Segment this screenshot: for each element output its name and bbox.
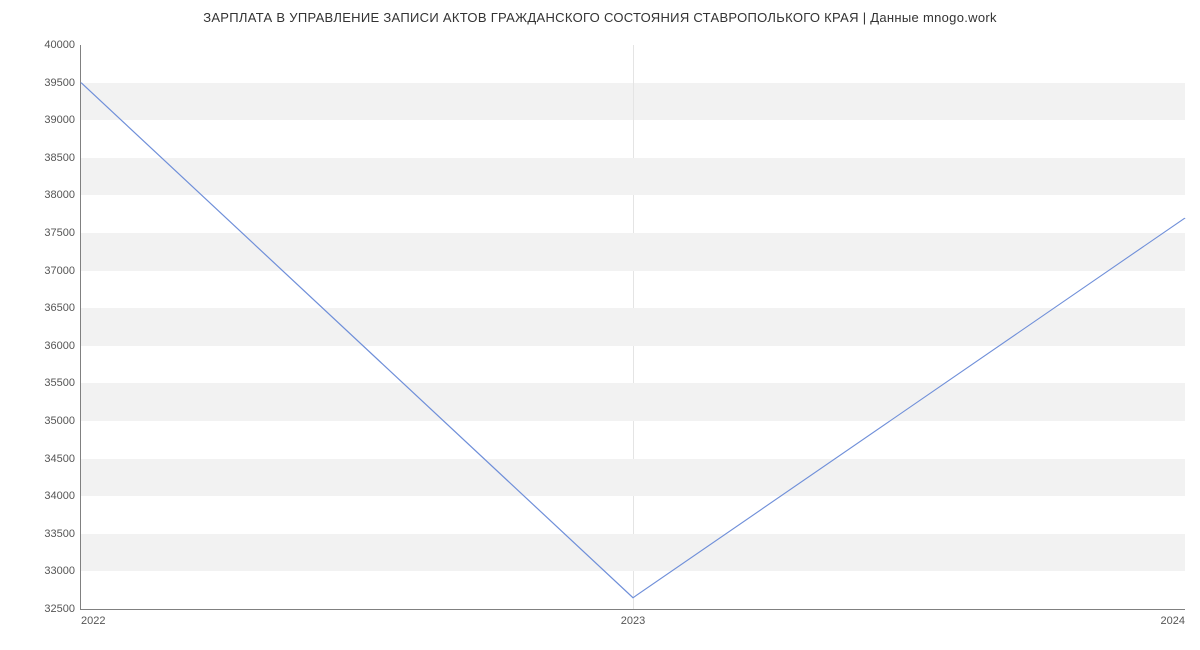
y-tick-label: 36000 — [44, 340, 75, 352]
x-tick-label: 2024 — [1161, 615, 1185, 627]
y-tick-label: 39500 — [44, 77, 75, 89]
y-tick-label: 35000 — [44, 415, 75, 427]
y-tick-label: 39000 — [44, 114, 75, 126]
x-tick-label: 2023 — [621, 615, 645, 627]
y-tick-label: 34000 — [44, 490, 75, 502]
y-tick-label: 33000 — [44, 565, 75, 577]
y-tick-label: 35500 — [44, 377, 75, 389]
y-tick-label: 34500 — [44, 453, 75, 465]
y-tick-label: 37000 — [44, 265, 75, 277]
y-tick-label: 36500 — [44, 302, 75, 314]
chart-container: ЗАРПЛАТА В УПРАВЛЕНИЕ ЗАПИСИ АКТОВ ГРАЖД… — [0, 0, 1200, 650]
y-tick-label: 37500 — [44, 227, 75, 239]
y-tick-label: 38000 — [44, 189, 75, 201]
y-tick-label: 40000 — [44, 39, 75, 51]
chart-title: ЗАРПЛАТА В УПРАВЛЕНИЕ ЗАПИСИ АКТОВ ГРАЖД… — [0, 10, 1200, 25]
x-tick-label: 2022 — [81, 615, 105, 627]
plot-area: 3250033000335003400034500350003550036000… — [80, 45, 1185, 610]
y-tick-label: 33500 — [44, 528, 75, 540]
y-tick-label: 32500 — [44, 603, 75, 615]
line-series — [81, 45, 1185, 609]
y-tick-label: 38500 — [44, 152, 75, 164]
